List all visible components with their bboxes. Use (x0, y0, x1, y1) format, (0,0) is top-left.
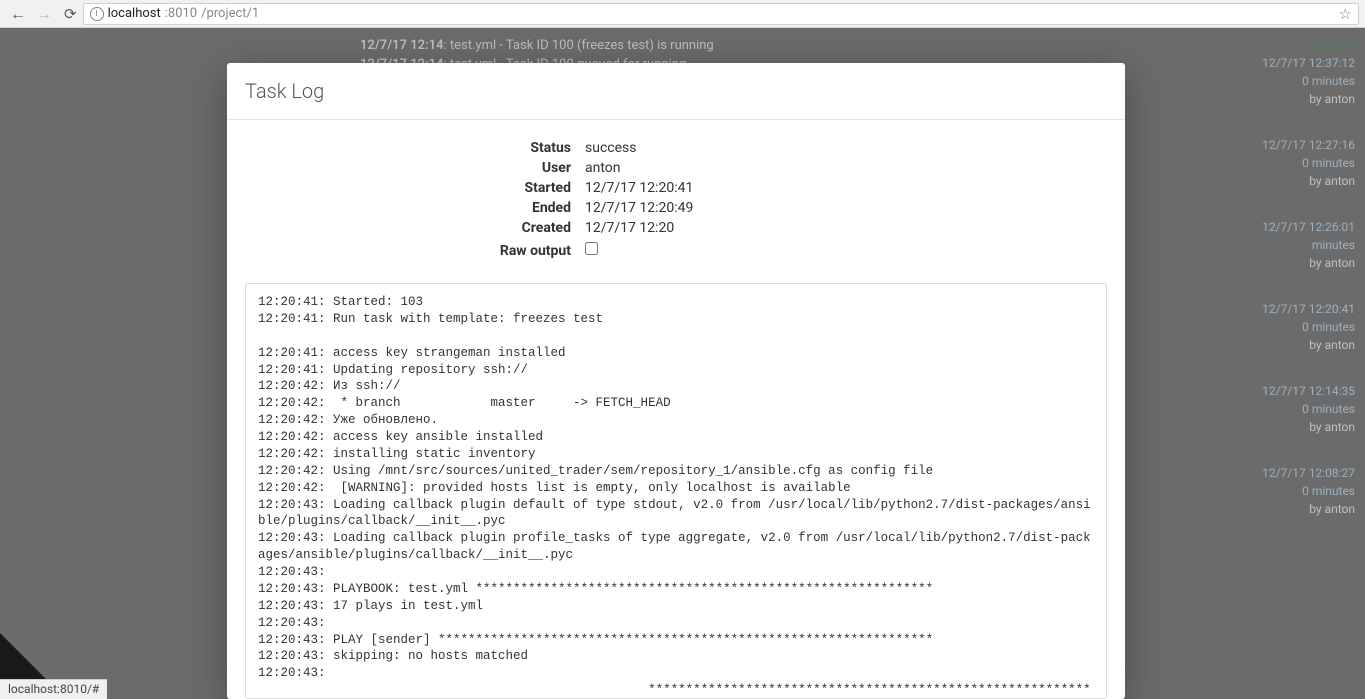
site-info-icon[interactable]: i (90, 7, 104, 21)
url-host: localhost (108, 6, 161, 21)
log-output[interactable]: 12:20:41: Started: 103 12:20:41: Run tas… (245, 283, 1107, 699)
modal-title: Task Log (227, 63, 1125, 120)
started-label: Started (305, 178, 585, 198)
status-grid: Status success User anton Started 12/7/1… (305, 138, 693, 261)
ended-value: 12/7/17 12:20:49 (585, 198, 693, 218)
started-value: 12/7/17 12:20:41 (585, 178, 693, 198)
forward-button[interactable]: → (36, 4, 52, 24)
user-value: anton (585, 158, 693, 178)
status-label: Status (305, 138, 585, 158)
bookmark-star-icon[interactable]: ☆ (1339, 5, 1352, 23)
browser-status-bar: localhost:8010/# (0, 679, 107, 699)
raw-output-checkbox[interactable] (585, 242, 598, 255)
reload-button[interactable]: ⟳ (64, 5, 77, 23)
browser-toolbar: ← → ⟳ i localhost :8010/project/1 ☆ (0, 0, 1365, 28)
ended-label: Ended (305, 198, 585, 218)
user-label: User (305, 158, 585, 178)
status-value: success (585, 138, 693, 158)
url-path: /project/1 (201, 6, 259, 21)
raw-output-label: Raw output (305, 238, 585, 261)
corner-triangle (0, 633, 48, 681)
task-log-modal: Task Log Status success User anton Start… (227, 63, 1125, 699)
modal-body: Status success User anton Started 12/7/1… (227, 120, 1125, 271)
created-label: Created (305, 218, 585, 238)
url-port: :8010 (165, 6, 197, 21)
url-bar[interactable]: i localhost :8010/project/1 ☆ (83, 3, 1359, 25)
created-value: 12/7/17 12:20 (585, 218, 693, 238)
nav-arrows: ← → (6, 4, 56, 24)
back-button[interactable]: ← (10, 4, 26, 24)
